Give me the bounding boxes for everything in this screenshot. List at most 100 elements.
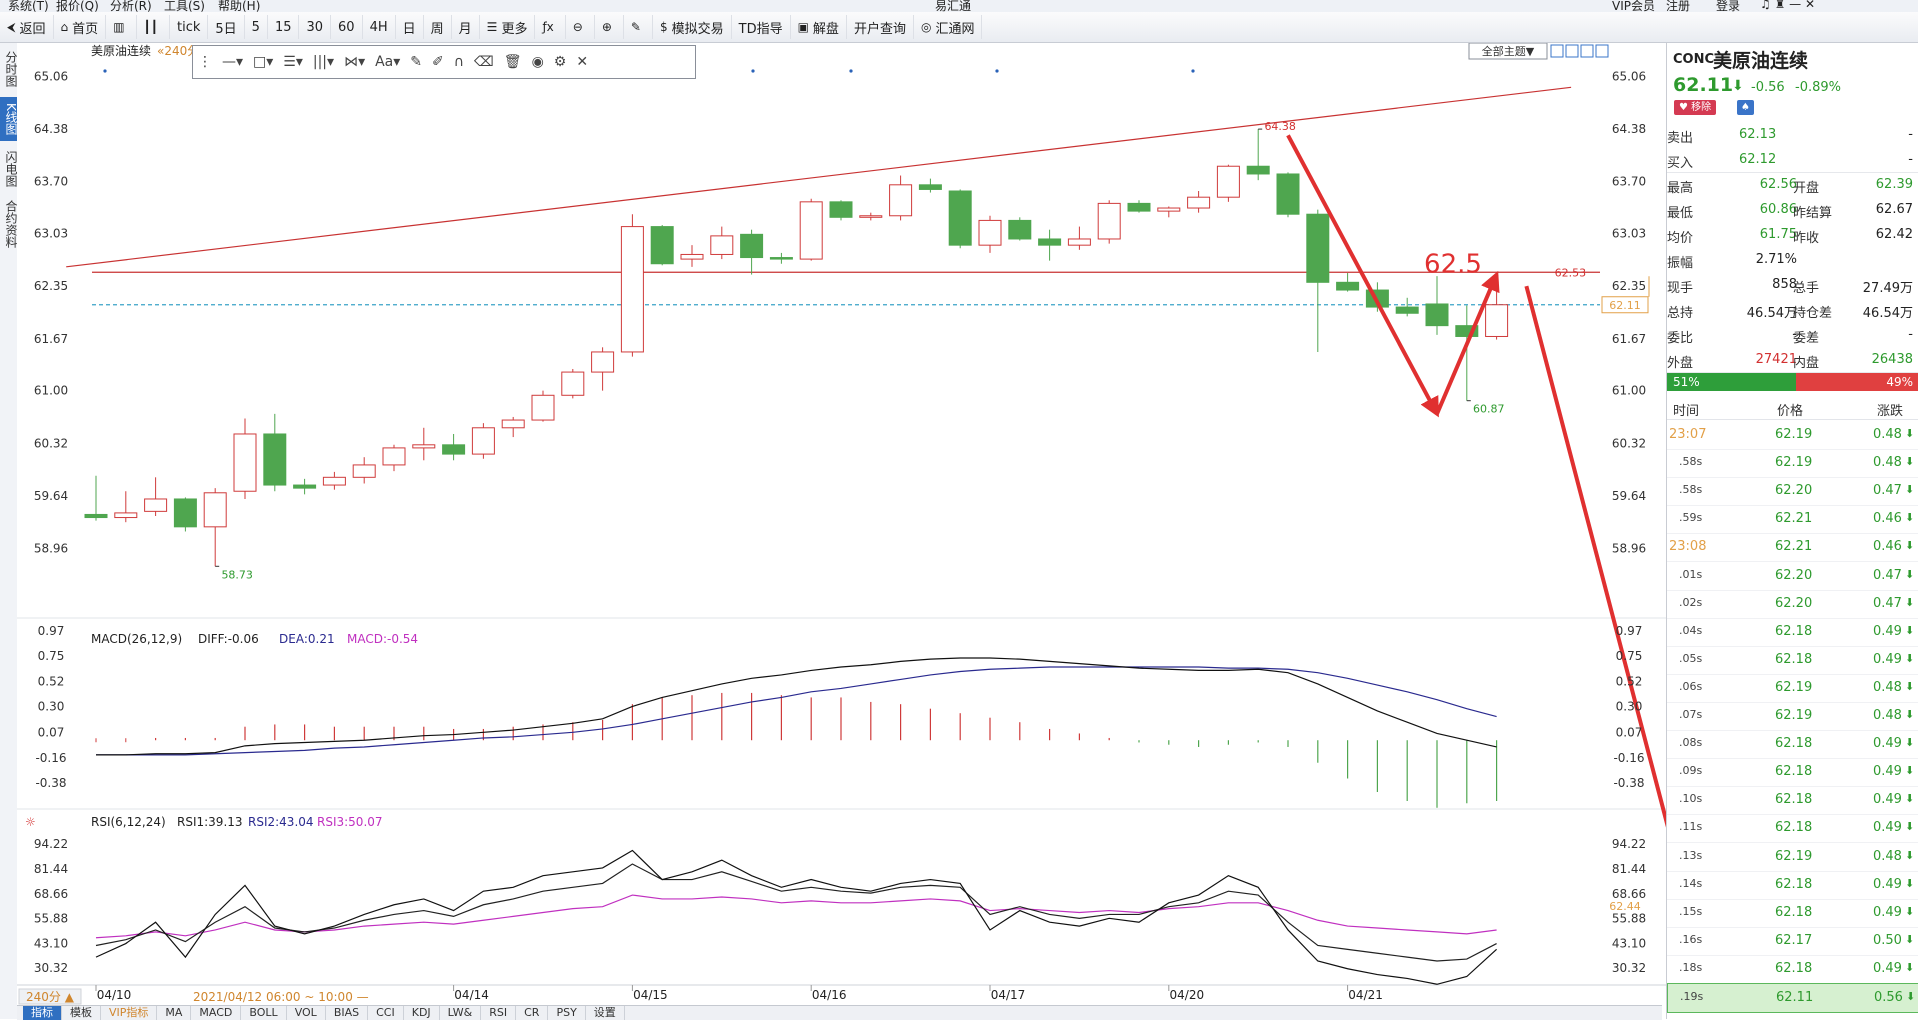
tick-row[interactable]: .04s 62.18 0.49 ⬇: [1667, 618, 1918, 647]
indicator-tab-5[interactable]: BOLL: [241, 1006, 287, 1020]
tick-row[interactable]: .19s 62.11 0.56 ⬇: [1667, 983, 1918, 1013]
split-icon[interactable]: [1595, 44, 1609, 58]
menu-item-0[interactable]: 系统(T): [8, 0, 49, 12]
view-tab-3[interactable]: 合约资料: [0, 197, 18, 251]
window-icon[interactable]: [1565, 44, 1579, 58]
view-tab-2[interactable]: 闪电图: [0, 147, 18, 191]
drag-grip-icon[interactable]: ⋮: [198, 54, 212, 70]
indicator-tab-0[interactable]: 指标: [23, 1006, 62, 1020]
brush-tool-icon[interactable]: ✐: [432, 54, 444, 70]
toolbar-button-12[interactable]: 周: [424, 15, 452, 39]
toolbar-button-7[interactable]: 15: [268, 15, 300, 39]
toolbar-button-2[interactable]: ▥: [106, 15, 137, 39]
pencil-tool-icon[interactable]: ✎: [410, 54, 422, 70]
alert-bell-icon[interactable]: ♠: [1737, 100, 1754, 115]
tick-row[interactable]: .15s 62.18 0.49 ⬇: [1667, 899, 1918, 928]
line-tool-icon[interactable]: —▾: [222, 54, 243, 70]
account-link-1[interactable]: 注册: [1666, 0, 1690, 12]
toolbar-button-14[interactable]: ☰ 更多: [480, 15, 536, 39]
eye-icon[interactable]: ◉: [532, 54, 544, 70]
window-controls[interactable]: ♫ ♜ — ✕: [1760, 0, 1815, 11]
toolbar-button-21[interactable]: ▣ 解盘: [791, 15, 847, 39]
tick-row[interactable]: 23:07 62.19 0.48 ⬇: [1667, 421, 1918, 450]
period-selector[interactable]: 240分 ▲: [18, 988, 82, 1005]
toolbar-button-8[interactable]: 30: [299, 15, 332, 39]
view-tab-1[interactable]: K线图: [0, 97, 18, 141]
indicator-tab-3[interactable]: MA: [157, 1006, 192, 1020]
tick-row[interactable]: .05s 62.18 0.49 ⬇: [1667, 646, 1918, 675]
rect-tool-icon[interactable]: □▾: [253, 54, 273, 70]
candle-body: [1216, 165, 1240, 198]
indicator-tab-8[interactable]: CCI: [368, 1006, 404, 1020]
fib-tool-icon[interactable]: |||▾: [313, 54, 334, 70]
indicator-tab-11[interactable]: RSI: [481, 1006, 517, 1020]
tick-row[interactable]: .58s 62.20 0.47 ⬇: [1667, 477, 1918, 507]
tick-row[interactable]: .13s 62.19 0.48 ⬇: [1667, 843, 1918, 872]
toolbar-button-23[interactable]: ◎ 汇通网: [914, 15, 983, 39]
menu-item-4[interactable]: 帮助(H): [218, 0, 260, 12]
candle-body: [173, 498, 197, 528]
toolbar-button-13[interactable]: 月: [452, 15, 480, 39]
indicator-tab-9[interactable]: KDJ: [404, 1006, 440, 1020]
toolbar-button-3[interactable]: ┃┃: [137, 15, 170, 39]
tick-row[interactable]: .59s 62.21 0.46 ⬇: [1667, 505, 1918, 535]
rsi-settings-icon[interactable]: ☼: [25, 815, 36, 829]
tick-row[interactable]: .06s 62.19 0.48 ⬇: [1667, 674, 1918, 703]
eraser-tool-icon[interactable]: ⌫: [474, 54, 494, 70]
toolbar-button-15[interactable]: ƒx: [535, 15, 566, 39]
toolbar-button-11[interactable]: 日: [396, 15, 424, 39]
toolbar-button-9[interactable]: 60: [331, 15, 363, 39]
theme-button[interactable]: 全部主题▼: [1468, 42, 1548, 60]
tick-row[interactable]: .08s 62.18 0.49 ⬇: [1667, 730, 1918, 760]
indicator-tab-6[interactable]: VOL: [287, 1006, 326, 1020]
tick-row[interactable]: .18s 62.18 0.49 ⬇: [1667, 955, 1918, 984]
tick-row[interactable]: .14s 62.18 0.49 ⬇: [1667, 871, 1918, 900]
indicator-tab-2[interactable]: VIP指标: [101, 1006, 158, 1020]
account-link-2[interactable]: 登录: [1716, 0, 1740, 12]
tick-row[interactable]: .16s 62.17 0.50 ⬇: [1667, 927, 1918, 956]
trash-icon[interactable]: 🗑: [504, 54, 522, 70]
toolbar-button-17[interactable]: ⊕: [595, 15, 624, 39]
toolbar-button-22[interactable]: 开户查询: [847, 15, 914, 39]
indicator-tab-4[interactable]: MACD: [191, 1006, 242, 1020]
menu-item-3[interactable]: 工具(S): [164, 0, 205, 12]
tick-row[interactable]: .58s 62.19 0.48 ⬇: [1667, 449, 1918, 479]
toolbar-button-20[interactable]: TD指导: [732, 15, 791, 39]
indicator-tab-7[interactable]: BIAS: [326, 1006, 369, 1020]
view-tab-0[interactable]: 分时图: [0, 47, 18, 91]
tick-row[interactable]: .09s 62.18 0.49 ⬇: [1667, 758, 1918, 788]
account-link-0[interactable]: VIP会员: [1612, 0, 1655, 12]
toolbar-button-18[interactable]: ✎: [624, 15, 653, 39]
layout-icon[interactable]: [1550, 44, 1564, 58]
tick-row[interactable]: .02s 62.20 0.47 ⬇: [1667, 590, 1918, 619]
toolbar-button-5[interactable]: 5日: [208, 15, 245, 39]
toolbar-button-0[interactable]: ⮜ 返回: [0, 15, 54, 39]
close-icon[interactable]: ✕: [576, 54, 588, 70]
tick-row[interactable]: .07s 62.19 0.48 ⬇: [1667, 702, 1918, 731]
channel-tool-icon[interactable]: ☰▾: [283, 54, 303, 70]
pattern-tool-icon[interactable]: ⋈▾: [344, 54, 365, 70]
tick-row[interactable]: .01s 62.20 0.47 ⬇: [1667, 562, 1918, 591]
indicator-tab-10[interactable]: LW&: [440, 1006, 482, 1020]
magnet-tool-icon[interactable]: ∩: [454, 54, 464, 70]
tile-icon[interactable]: [1580, 44, 1594, 58]
remove-favorite-button[interactable]: ♥ 移除: [1674, 100, 1717, 115]
toolbar-button-10[interactable]: 4H: [363, 15, 396, 39]
toolbar-button-19[interactable]: $ 模拟交易: [653, 15, 732, 39]
toolbar-button-6[interactable]: 5: [245, 15, 268, 39]
tick-row[interactable]: .11s 62.18 0.49 ⬇: [1667, 814, 1918, 844]
tick-row[interactable]: 23:08 62.21 0.46 ⬇: [1667, 533, 1918, 563]
toolbar-button-1[interactable]: ⌂ 首页: [54, 15, 107, 39]
indicator-tab-14[interactable]: 设置: [586, 1006, 625, 1020]
indicator-tab-13[interactable]: PSY: [548, 1006, 586, 1020]
text-tool-icon[interactable]: Aa▾: [375, 54, 400, 70]
settings-gear-icon[interactable]: ⚙: [554, 54, 567, 70]
indicator-tab-12[interactable]: CR: [516, 1006, 549, 1020]
toolbar-button-16[interactable]: ⊖: [566, 15, 595, 39]
menu-item-2[interactable]: 分析(R): [110, 0, 152, 12]
menu-item-1[interactable]: 报价(Q): [56, 0, 99, 12]
tick-row[interactable]: .10s 62.18 0.49 ⬇: [1667, 786, 1918, 816]
toolbar-button-4[interactable]: tick: [170, 15, 209, 39]
indicator-tab-1[interactable]: 模板: [62, 1006, 101, 1020]
tick-change: 0.49: [1873, 904, 1902, 920]
